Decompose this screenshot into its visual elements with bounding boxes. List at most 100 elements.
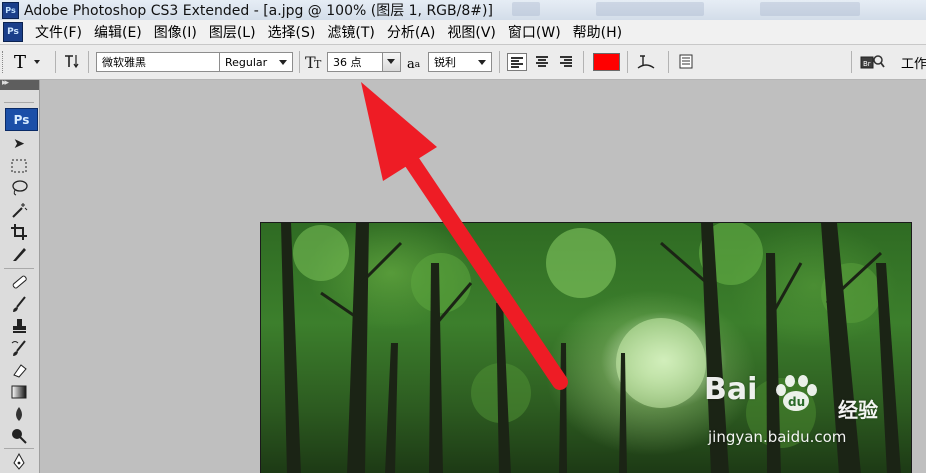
marquee-icon [11, 159, 27, 173]
lasso-icon [12, 180, 28, 196]
taskbar-ghost-3 [760, 2, 860, 16]
align-center-icon [536, 56, 548, 58]
pen-tool[interactable] [6, 452, 32, 472]
menu-edit[interactable]: 编辑(E) [88, 22, 148, 42]
divider [299, 51, 300, 73]
menu-window[interactable]: 窗口(W) [502, 22, 567, 42]
options-bar: T 微软雅黑 Regular T T 36 点 aa 锐利 Br 工作 [0, 45, 926, 80]
watermark-url: jingyan.baidu.com [708, 428, 847, 446]
blur-drop-icon [16, 407, 22, 421]
font-style-select[interactable]: Regular [219, 52, 293, 72]
divider [851, 51, 852, 73]
divider [668, 51, 669, 73]
menu-view[interactable]: 视图(V) [441, 22, 502, 42]
font-size-dropdown-button[interactable] [382, 53, 400, 71]
taskbar-ghost-1 [512, 2, 540, 16]
bridge-icon: Br [860, 55, 885, 69]
font-style-value: Regular [225, 55, 268, 69]
photoshop-app-icon[interactable]: Ps [2, 1, 19, 19]
align-left-button[interactable] [507, 53, 527, 71]
marquee-tool[interactable] [6, 156, 32, 176]
menu-file[interactable]: 文件(F) [29, 22, 88, 42]
menu-select[interactable]: 选择(S) [262, 22, 322, 42]
brush-tool[interactable] [6, 294, 32, 314]
menu-layer[interactable]: 图层(L) [203, 22, 262, 42]
move-tool[interactable]: ➤ [6, 134, 32, 154]
warp-text-icon [637, 55, 655, 69]
paw-logo-icon: du [776, 375, 817, 411]
crop-tool[interactable] [6, 222, 32, 242]
divider [4, 268, 34, 269]
slice-icon [13, 248, 26, 261]
tool-preset-picker[interactable]: T [10, 51, 50, 73]
svg-text:Br: Br [863, 60, 871, 68]
text-orientation-button[interactable] [61, 52, 83, 72]
align-center-button[interactable] [532, 53, 552, 71]
divider [55, 51, 56, 73]
blur-tool[interactable] [6, 404, 32, 424]
clone-stamp-tool[interactable] [6, 316, 32, 336]
workspace-label: 工作 [901, 56, 926, 72]
svg-text:T: T [314, 58, 322, 71]
eraser-tool[interactable] [6, 360, 32, 380]
divider [627, 51, 628, 73]
font-size-icon: T T [304, 52, 326, 72]
svg-text:du: du [788, 395, 805, 409]
antialias-select[interactable]: 锐利 [428, 52, 492, 72]
align-left-icon [511, 57, 523, 59]
move-icon: ➤ [13, 136, 25, 152]
collapse-arrows-icon[interactable]: ▸▸ [2, 78, 9, 88]
options-grip[interactable] [2, 51, 6, 73]
document-icon[interactable]: Ps [3, 22, 23, 42]
divider [583, 51, 584, 73]
stamp-icon [13, 319, 26, 333]
chevron-down-icon [279, 60, 287, 65]
menu-filter[interactable]: 滤镜(T) [321, 22, 380, 42]
divider [4, 448, 34, 449]
chevron-down-icon [34, 60, 41, 64]
pen-icon [13, 453, 25, 470]
watermark-brand: Bai [704, 372, 758, 407]
font-family-value: 微软雅黑 [102, 56, 146, 69]
menu-image[interactable]: 图像(I) [148, 22, 203, 42]
text-color-swatch[interactable] [593, 53, 620, 71]
menu-bar: Ps 文件(F) 编辑(E) 图像(I) 图层(L) 选择(S) 滤镜(T) 分… [0, 20, 926, 45]
history-brush-icon [11, 340, 26, 356]
dodge-icon [12, 429, 27, 444]
brush-icon [13, 296, 26, 312]
warp-text-button[interactable] [635, 52, 657, 72]
dodge-tool[interactable] [6, 426, 32, 446]
font-size-value: 36 点 [333, 56, 362, 69]
eraser-icon [13, 364, 27, 378]
type-tool-icon: T [14, 51, 27, 73]
divider [4, 102, 34, 103]
gradient-icon [11, 385, 27, 399]
menu-analysis[interactable]: 分析(A) [381, 22, 442, 42]
palette-icon [679, 54, 693, 69]
healing-brush-tool[interactable] [6, 272, 32, 292]
workspace-button[interactable]: 工作 [901, 52, 926, 72]
watermark-jingyan: 经验 [838, 398, 878, 422]
align-right-button[interactable] [556, 53, 576, 71]
menu-help[interactable]: 帮助(H) [567, 22, 628, 42]
antialias-value: 锐利 [434, 56, 456, 69]
magic-wand-tool[interactable] [6, 200, 32, 220]
divider [88, 51, 89, 73]
magic-wand-icon [12, 203, 28, 218]
character-palette-button[interactable] [676, 52, 696, 72]
photoshop-logo[interactable]: Ps [5, 108, 38, 131]
chevron-down-icon [478, 60, 486, 65]
gradient-tool[interactable] [6, 382, 32, 402]
lasso-tool[interactable] [6, 178, 32, 198]
divider [499, 51, 500, 73]
antialias-icon: aa [407, 57, 421, 72]
font-size-combo[interactable]: 36 点 [327, 52, 401, 72]
bridge-button[interactable]: Br [859, 52, 885, 72]
bandage-icon [12, 275, 27, 289]
text-orientation-icon [65, 55, 79, 69]
history-brush-tool[interactable] [6, 338, 32, 358]
toolbox-grip[interactable]: ▸▸ [0, 78, 39, 90]
slice-tool[interactable] [6, 244, 32, 264]
taskbar-ghost-2 [596, 2, 704, 16]
toolbox: ▸▸ Ps ➤ [0, 78, 40, 473]
